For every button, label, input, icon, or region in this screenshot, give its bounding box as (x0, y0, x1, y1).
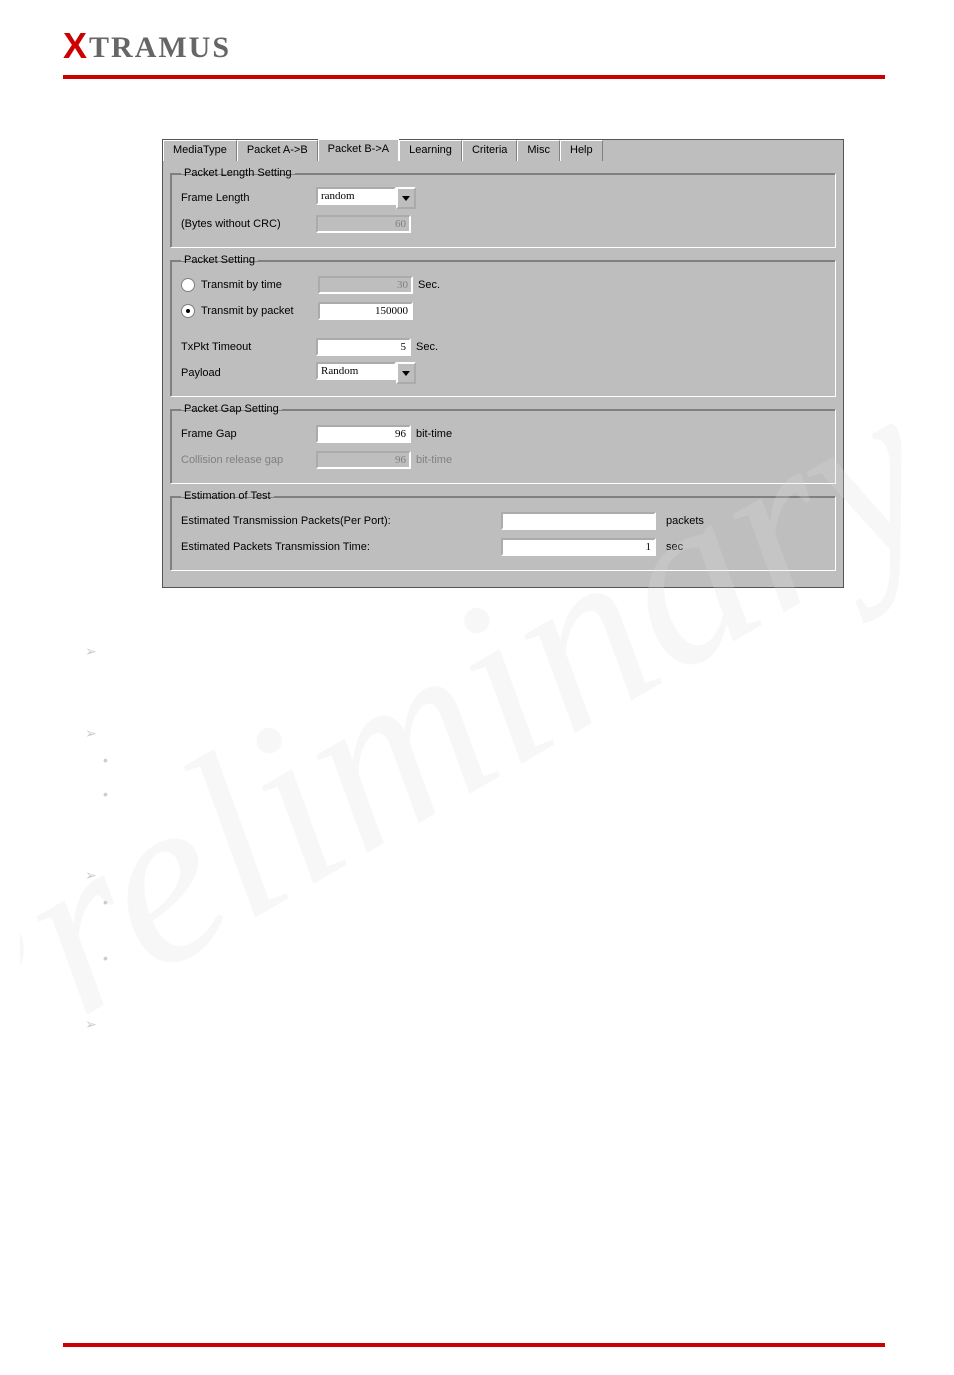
est-packets-output (501, 512, 656, 530)
arrow-bullet: ➢ (85, 725, 954, 742)
frame-gap-input[interactable] (316, 425, 411, 443)
estimation-legend: Estimation of Test (181, 490, 274, 502)
payload-label: Payload (181, 367, 316, 379)
tab-panel: Packet Length Setting Frame Length (Byte… (163, 161, 843, 587)
tab-criteria[interactable]: Criteria (462, 140, 517, 161)
packet-gap-legend: Packet Gap Setting (181, 403, 282, 415)
transmit-by-packet-label: Transmit by packet (201, 305, 318, 317)
est-time-label: Estimated Packets Transmission Time: (181, 541, 421, 553)
frame-length-dropdown-button[interactable] (396, 187, 416, 209)
transmit-by-time-label: Transmit by time (201, 279, 318, 291)
transmit-time-input (318, 276, 413, 294)
frame-gap-label: Frame Gap (181, 428, 316, 440)
dot-bullet: • (103, 950, 954, 966)
transmit-packet-input[interactable] (318, 302, 413, 320)
tab-learning[interactable]: Learning (399, 140, 462, 161)
dot-bullet: • (103, 894, 954, 910)
tab-packet-b-a[interactable]: Packet B->A (318, 138, 399, 161)
frame-gap-unit: bit-time (416, 428, 452, 440)
collision-gap-label: Collision release gap (181, 454, 316, 466)
txpkt-timeout-label: TxPkt Timeout (181, 341, 316, 353)
txpkt-timeout-input[interactable] (316, 338, 411, 356)
transmit-by-packet-radio[interactable] (181, 304, 195, 318)
dot-bullet: • (103, 786, 954, 802)
estimation-group: Estimation of Test Estimated Transmissio… (170, 490, 836, 571)
tab-bar: MediaType Packet A->B Packet B->A Learni… (163, 140, 843, 161)
est-packets-unit: packets (666, 515, 704, 527)
chevron-down-icon (402, 196, 410, 201)
payload-select[interactable] (316, 362, 396, 380)
est-packets-label: Estimated Transmission Packets(Per Port)… (181, 515, 421, 527)
dot-bullet: • (103, 752, 954, 768)
packet-setting-group: Packet Setting Transmit by time Sec. Tra… (170, 254, 836, 397)
arrow-bullet: ➢ (85, 1016, 954, 1033)
arrow-bullet: ➢ (85, 643, 954, 660)
bytes-label: (Bytes without CRC) (181, 218, 316, 230)
bullet-list: ➢ ➢ • • ➢ • • ➢ (85, 643, 954, 1033)
collision-gap-input (316, 451, 411, 469)
txpkt-timeout-unit: Sec. (416, 341, 438, 353)
packet-length-legend: Packet Length Setting (181, 167, 295, 179)
est-time-unit: sec (666, 541, 683, 553)
frame-length-select[interactable] (316, 187, 396, 205)
tab-misc[interactable]: Misc (517, 140, 560, 161)
packet-length-group: Packet Length Setting Frame Length (Byte… (170, 167, 836, 248)
bottom-divider (63, 1343, 885, 1347)
arrow-bullet: ➢ (85, 867, 954, 884)
collision-gap-unit: bit-time (416, 454, 452, 466)
payload-dropdown-button[interactable] (396, 362, 416, 384)
app-window: MediaType Packet A->B Packet B->A Learni… (162, 139, 844, 588)
transmit-by-time-radio[interactable] (181, 278, 195, 292)
tab-packet-a-b[interactable]: Packet A->B (237, 140, 318, 161)
bytes-input (316, 215, 411, 233)
frame-length-label: Frame Length (181, 192, 316, 204)
brand-logo: XTRAMUS (63, 25, 954, 67)
est-time-output (501, 538, 656, 556)
chevron-down-icon (402, 371, 410, 376)
transmit-time-unit: Sec. (418, 279, 440, 291)
packet-setting-legend: Packet Setting (181, 254, 258, 266)
radio-dot-icon (186, 309, 190, 313)
top-divider (63, 75, 885, 79)
tab-help[interactable]: Help (560, 140, 603, 161)
packet-gap-group: Packet Gap Setting Frame Gap bit-time Co… (170, 403, 836, 484)
tab-mediatype[interactable]: MediaType (163, 140, 237, 161)
